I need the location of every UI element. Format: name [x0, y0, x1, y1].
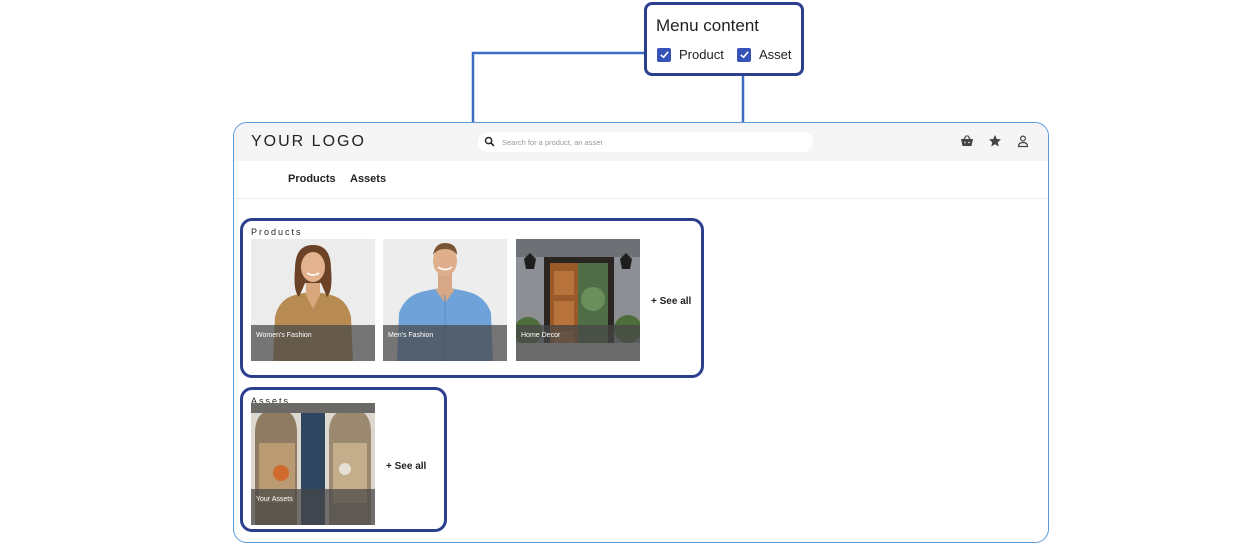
card-overlay [516, 325, 640, 361]
card-overlay [383, 325, 507, 361]
search-icon [484, 136, 495, 147]
card-label: Men's Fashion [388, 332, 434, 339]
product-checkbox[interactable] [657, 47, 671, 62]
logo[interactable]: YOUR LOGO [251, 133, 366, 151]
product-option-label: Product [679, 47, 724, 62]
star-icon[interactable] [988, 134, 1002, 148]
asset-option[interactable]: Asset [737, 47, 792, 62]
search-input[interactable] [502, 135, 802, 149]
product-option[interactable]: Product [657, 47, 724, 62]
menu-content-panel: Menu content Product Asset [644, 2, 804, 76]
card-label: Your Assets [256, 496, 293, 503]
menu-content-title: Menu content [656, 16, 760, 35]
card-overlay [251, 325, 375, 361]
asset-checkbox[interactable] [737, 47, 751, 62]
nav-item-assets[interactable]: Assets [350, 173, 386, 185]
products-section: Products Women's Fashion Men's Fashion H… [240, 218, 704, 378]
assets-see-all-link[interactable]: + See all [386, 461, 426, 472]
products-section-title: Products [251, 227, 303, 237]
see-all-label: See all [394, 461, 427, 472]
main-navigation: Products Assets [234, 161, 1048, 199]
asset-card-your-assets[interactable]: Your Assets [251, 403, 375, 525]
card-label: Home Decor [521, 332, 561, 339]
plus-icon: + [386, 461, 392, 472]
header-bar: YOUR LOGO [234, 123, 1048, 161]
nav-item-products[interactable]: Products [288, 173, 336, 185]
plus-icon: + [651, 296, 657, 307]
product-card-home-decor[interactable]: Home Decor [516, 239, 640, 361]
card-label: Women's Fashion [256, 332, 312, 339]
products-see-all-link[interactable]: + See all [651, 296, 691, 307]
user-icon[interactable] [1016, 134, 1030, 148]
assets-section: Assets Your Assets + See all [240, 387, 447, 532]
search-bar[interactable] [478, 132, 813, 152]
product-card-mens-fashion[interactable]: Men's Fashion [383, 239, 507, 361]
product-card-womens-fashion[interactable]: Women's Fashion [251, 239, 375, 361]
card-overlay [251, 489, 375, 525]
basket-icon[interactable] [960, 134, 974, 148]
asset-option-label: Asset [759, 47, 792, 62]
see-all-label: See all [659, 296, 692, 307]
